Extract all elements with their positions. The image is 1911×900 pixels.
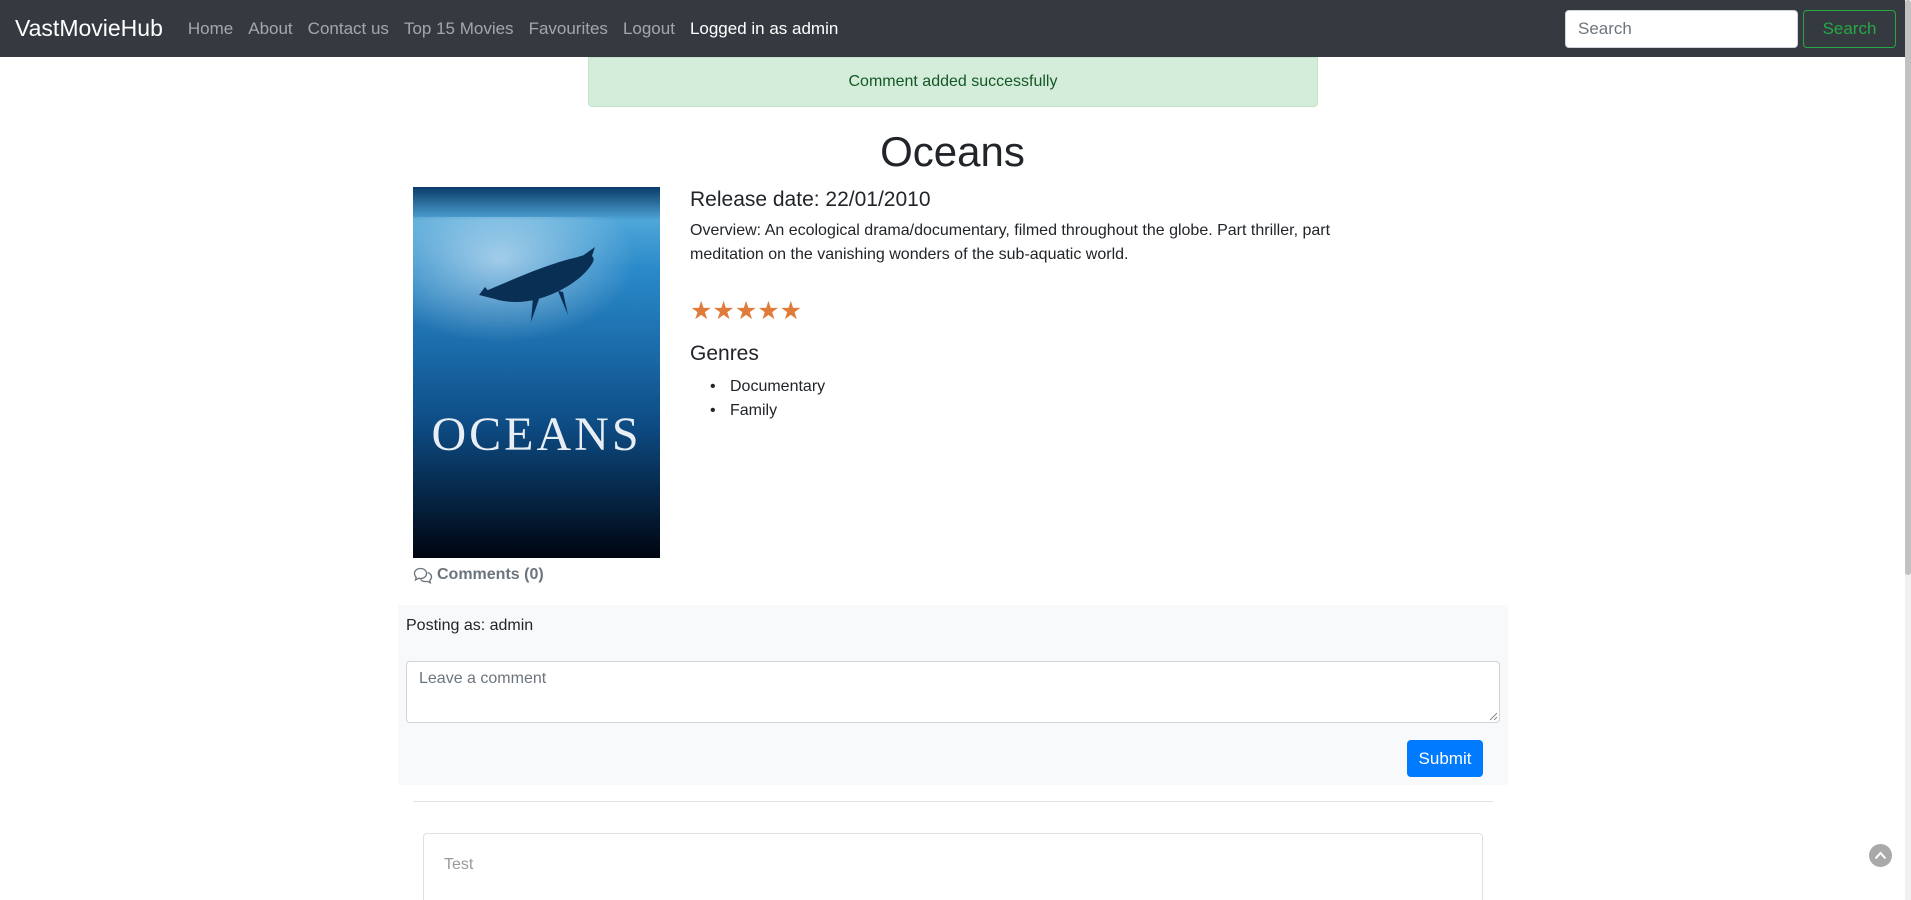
scrollbar-thumb[interactable] (1905, 0, 1911, 575)
brand-logo[interactable]: VastMovieHub (15, 15, 163, 42)
whale-illustration (479, 247, 595, 322)
comments-toggle[interactable]: Comments (0) (413, 566, 544, 584)
resize-grip-icon[interactable] (1488, 711, 1498, 721)
logged-in-indicator: Logged in as admin (689, 18, 839, 38)
nav-favourites-link[interactable]: Favourites (529, 19, 608, 39)
page-scrollbar[interactable] (1905, 0, 1911, 900)
nav-contact-link[interactable]: Contact us (308, 19, 389, 39)
nav-home-link[interactable]: Home (188, 19, 233, 39)
nav-about-link[interactable]: About (248, 19, 292, 39)
alert-message: Comment added successfully (848, 73, 1058, 90)
search-input[interactable] (1565, 10, 1798, 48)
genre-item: Documentary (690, 375, 825, 399)
genre-item: Family (690, 399, 825, 423)
movie-poster: OCEANS (413, 187, 660, 558)
success-alert: Comment added successfully (588, 57, 1318, 107)
star-rating: ★★★★★ (690, 297, 803, 325)
genres-heading: Genres (690, 342, 759, 365)
poster-title: OCEANS (431, 408, 642, 461)
comment-card: Test (423, 833, 1483, 900)
comment-textarea[interactable] (406, 661, 1500, 723)
movie-title: Oceans (880, 128, 1025, 175)
comment-text: Test (444, 856, 474, 873)
posting-as-label: Posting as: admin (406, 617, 534, 634)
nav-top15-link[interactable]: Top 15 Movies (404, 19, 514, 39)
submit-comment-button[interactable]: Submit (1407, 740, 1483, 777)
movie-overview: Overview: An ecological drama/documentar… (690, 222, 1331, 263)
comments-icon (413, 567, 433, 584)
comments-count-label: Comments (0) (437, 566, 544, 583)
genres-list: Documentary Family (690, 375, 825, 423)
top-navbar: VastMovieHub Home About Contact us Top 1… (0, 0, 1905, 57)
search-button[interactable]: Search (1803, 10, 1896, 48)
section-divider (413, 801, 1493, 802)
chevron-up-icon (1874, 851, 1887, 860)
scroll-to-top-button[interactable] (1869, 844, 1892, 867)
release-date: Release date: 22/01/2010 (690, 188, 931, 211)
nav-logout-link[interactable]: Logout (623, 19, 675, 39)
comment-form-panel: Posting as: admin Submit (398, 605, 1508, 785)
